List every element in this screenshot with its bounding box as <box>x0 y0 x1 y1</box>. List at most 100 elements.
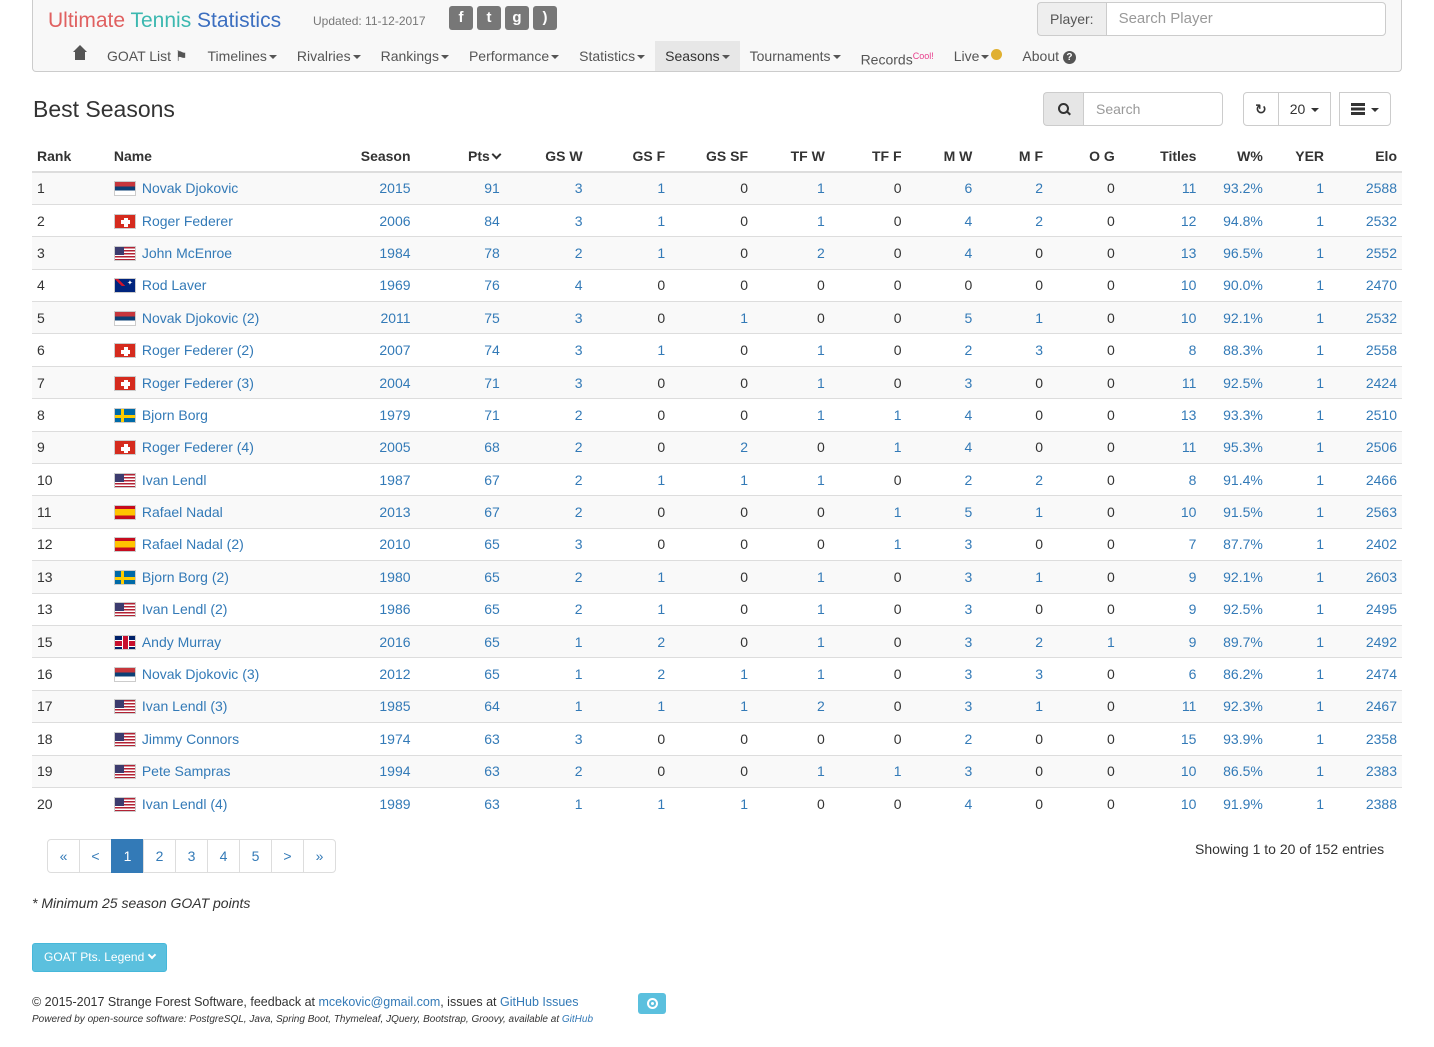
player-link[interactable]: Ivan Lendl (3) <box>142 698 228 714</box>
cell-titles[interactable]: 11 <box>1119 365 1202 399</box>
cell-win-pct[interactable]: 93.2% <box>1201 171 1268 205</box>
cell-tf-w[interactable]: 1 <box>753 333 830 367</box>
cell-titles[interactable]: 10 <box>1119 495 1202 529</box>
cell-tf-f[interactable]: 1 <box>829 527 907 561</box>
cell-m-w[interactable]: 4 <box>906 398 978 432</box>
cell-elo[interactable]: 2474 <box>1329 657 1402 691</box>
cell-elo[interactable]: 2495 <box>1329 592 1402 626</box>
player-link[interactable]: Andy Murray <box>142 634 221 650</box>
cell-gs-sf[interactable]: 1 <box>670 657 754 691</box>
cell-yer[interactable]: 1 <box>1267 365 1330 399</box>
cell-tf-w[interactable]: 1 <box>753 365 830 399</box>
cell-tf-w[interactable]: 1 <box>753 592 830 626</box>
page-3[interactable]: 3 <box>175 839 208 873</box>
cell-tf-f[interactable]: 1 <box>829 398 907 432</box>
cell-season[interactable]: 1994 <box>331 754 416 788</box>
cell-m-w[interactable]: 4 <box>906 203 978 237</box>
cell-elo[interactable]: 2563 <box>1329 495 1402 529</box>
nav-statistics[interactable]: Statistics <box>569 41 655 71</box>
player-link[interactable]: Rafael Nadal (2) <box>142 536 244 552</box>
cell-season[interactable]: 1989 <box>331 786 416 820</box>
cell-gs-w[interactable]: 3 <box>504 301 588 334</box>
cell-tf-w[interactable]: 1 <box>753 398 830 432</box>
cell-yer[interactable]: 1 <box>1267 333 1330 367</box>
cell-m-w[interactable]: 2 <box>906 333 978 367</box>
cell-gs-sf[interactable]: 1 <box>670 463 754 496</box>
cell-season[interactable]: 1969 <box>331 268 416 302</box>
cell-gs-sf[interactable]: 1 <box>670 301 754 334</box>
cell-season[interactable]: 2006 <box>331 203 416 237</box>
cell-tf-w[interactable]: 2 <box>753 689 830 723</box>
nav-rivalries[interactable]: Rivalries <box>287 41 371 71</box>
col-m-w[interactable]: M W <box>906 140 978 173</box>
player-link[interactable]: Ivan Lendl (4) <box>142 796 228 812</box>
cell-gs-f[interactable]: 1 <box>587 171 671 205</box>
cell-yer[interactable]: 1 <box>1267 624 1330 658</box>
cell-gs-w[interactable]: 4 <box>504 268 588 302</box>
cell-titles[interactable]: 13 <box>1119 236 1202 270</box>
cell-gs-w[interactable]: 3 <box>504 171 588 205</box>
cell-tf-f[interactable]: 1 <box>829 754 907 788</box>
cell-m-w[interactable]: 4 <box>906 430 978 464</box>
cell-win-pct[interactable]: 94.8% <box>1201 203 1268 237</box>
cell-pts[interactable]: 84 <box>415 203 505 237</box>
col-tf-f[interactable]: TF F <box>829 140 907 173</box>
cell-elo[interactable]: 2492 <box>1329 624 1402 658</box>
player-search-input[interactable]: Search Player <box>1105 2 1386 36</box>
cell-m-f[interactable]: 2 <box>977 203 1049 237</box>
search-button[interactable] <box>1043 92 1083 126</box>
cell-season[interactable]: 2012 <box>331 657 416 691</box>
cell-elo[interactable]: 2532 <box>1329 301 1402 334</box>
col-name[interactable]: Name <box>108 140 332 173</box>
cell-gs-w[interactable]: 2 <box>504 495 588 529</box>
cell-pts[interactable]: 65 <box>415 657 505 691</box>
player-link[interactable]: Ivan Lendl <box>142 472 207 488</box>
cell-yer[interactable]: 1 <box>1267 722 1330 756</box>
col-pts[interactable]: Pts <box>415 140 505 173</box>
cell-elo[interactable]: 2603 <box>1329 560 1402 594</box>
cell-win-pct[interactable]: 86.5% <box>1201 754 1268 788</box>
cell-season[interactable]: 1986 <box>331 592 416 626</box>
github-icon[interactable]: g <box>505 6 529 30</box>
cell-gs-sf[interactable]: 1 <box>670 786 754 820</box>
cell-elo[interactable]: 2506 <box>1329 430 1402 464</box>
cell-win-pct[interactable]: 91.4% <box>1201 463 1268 496</box>
page-last[interactable]: » <box>303 839 336 873</box>
cell-season[interactable]: 2010 <box>331 527 416 561</box>
cell-m-w[interactable]: 3 <box>906 754 978 788</box>
nav-seasons[interactable]: Seasons <box>655 41 740 71</box>
col-m-f[interactable]: M F <box>977 140 1049 173</box>
player-link[interactable]: Pete Sampras <box>142 763 231 779</box>
cell-gs-w[interactable]: 2 <box>504 754 588 788</box>
cell-yer[interactable]: 1 <box>1267 171 1330 205</box>
cell-tf-f[interactable]: 1 <box>829 495 907 529</box>
email-link[interactable]: mcekovic@gmail.com <box>318 995 440 1009</box>
cell-gs-f[interactable]: 1 <box>587 689 671 723</box>
cell-tf-w[interactable]: 1 <box>753 560 830 594</box>
cell-elo[interactable]: 2388 <box>1329 786 1402 820</box>
cell-elo[interactable]: 2466 <box>1329 463 1402 496</box>
cell-titles[interactable]: 10 <box>1119 301 1202 334</box>
nav-about[interactable]: About ? <box>1012 41 1085 71</box>
cell-pts[interactable]: 64 <box>415 689 505 723</box>
cell-m-w[interactable]: 4 <box>906 236 978 270</box>
player-link[interactable]: Novak Djokovic (2) <box>142 310 259 326</box>
cell-gs-w[interactable]: 1 <box>504 689 588 723</box>
cell-gs-w[interactable]: 3 <box>504 365 588 399</box>
cell-pts[interactable]: 65 <box>415 592 505 626</box>
page-next[interactable]: > <box>271 839 304 873</box>
cell-titles[interactable]: 9 <box>1119 624 1202 658</box>
cell-m-f[interactable]: 1 <box>977 301 1049 334</box>
cell-season[interactable]: 1985 <box>331 689 416 723</box>
cell-yer[interactable]: 1 <box>1267 754 1330 788</box>
col-season[interactable]: Season <box>331 140 416 173</box>
cell-win-pct[interactable]: 92.5% <box>1201 592 1268 626</box>
cell-titles[interactable]: 6 <box>1119 657 1202 691</box>
cell-win-pct[interactable]: 93.3% <box>1201 398 1268 432</box>
cell-gs-w[interactable]: 2 <box>504 236 588 270</box>
cell-gs-f[interactable]: 1 <box>587 463 671 496</box>
cell-gs-w[interactable]: 2 <box>504 463 588 496</box>
cell-gs-f[interactable]: 1 <box>587 786 671 820</box>
cell-pts[interactable]: 78 <box>415 236 505 270</box>
cell-titles[interactable]: 9 <box>1119 592 1202 626</box>
